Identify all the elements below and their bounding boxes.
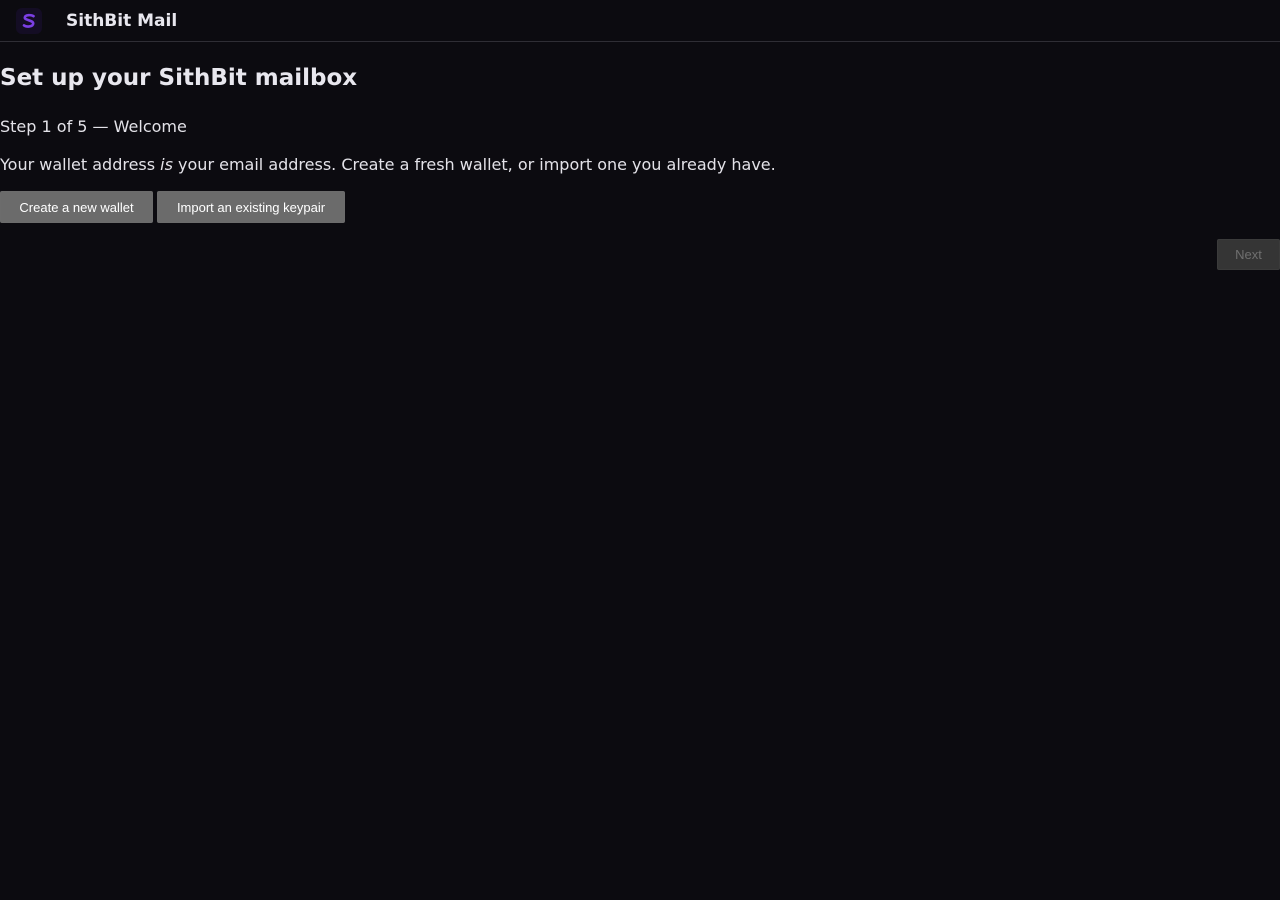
- intro-text: Your wallet address is your email addres…: [0, 155, 776, 174]
- app-title: SithBit Mail: [66, 10, 178, 31]
- intro-text-end: your email address. Create a fresh walle…: [172, 155, 776, 174]
- create-wallet-button[interactable]: Create a new wallet: [0, 191, 153, 223]
- page-title: Set up your SithBit mailbox: [0, 65, 358, 91]
- logo-s-glyph: [22, 13, 35, 28]
- intro-text-start: Your wallet address: [0, 155, 161, 174]
- import-keypair-button[interactable]: Import an existing keypair: [157, 191, 345, 223]
- sithbit-logo-icon: [16, 7, 42, 34]
- step-indicator: Step 1 of 5 — Welcome: [0, 117, 187, 136]
- top-bar: SithBit Mail: [0, 0, 1280, 42]
- intro-text-emphasis: is: [160, 155, 173, 174]
- next-button[interactable]: Next: [1217, 239, 1280, 270]
